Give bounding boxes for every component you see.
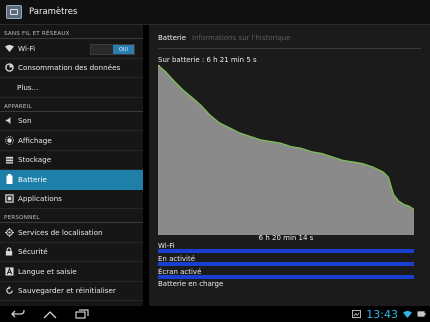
sidebar-item-wifi[interactable]: Wi-Fi OUI bbox=[0, 39, 143, 59]
sidebar-item-label: Sécurité bbox=[18, 247, 48, 257]
tab-history-details[interactable]: Informations sur l'historique bbox=[192, 34, 291, 42]
sidebar-item-label: Son bbox=[18, 116, 32, 126]
wifi-signal-bar bbox=[158, 249, 414, 253]
battery-icon bbox=[4, 174, 14, 185]
wifi-icon bbox=[4, 43, 14, 53]
section-header-device: APPAREIL bbox=[0, 98, 143, 112]
sidebar-item-label: Affichage bbox=[18, 135, 52, 145]
storage-icon bbox=[4, 155, 14, 165]
section-header-personal: PERSONNEL bbox=[0, 209, 143, 223]
tab-divider bbox=[158, 48, 421, 49]
home-button[interactable] bbox=[40, 308, 60, 320]
settings-app-icon[interactable] bbox=[6, 5, 22, 19]
app-title: Paramètres bbox=[29, 7, 78, 17]
charging-label: Batterie en charge bbox=[158, 280, 224, 288]
sidebar-item-label: Langue et saisie bbox=[18, 266, 77, 276]
on-battery-duration: Sur batterie : 6 h 21 min 5 s bbox=[158, 56, 257, 64]
lock-icon bbox=[4, 247, 14, 257]
sidebar-item-label: Consommation des données bbox=[18, 63, 121, 73]
screenshot-notification-icon bbox=[352, 310, 362, 318]
recent-apps-button[interactable] bbox=[72, 308, 92, 320]
wifi-toggle-state: OUI bbox=[113, 45, 134, 54]
clock: 13:43 bbox=[366, 307, 398, 321]
battery-tabs: Batterie Informations sur l'historique bbox=[158, 34, 291, 42]
battery-level-area bbox=[158, 65, 414, 235]
backup-icon bbox=[4, 286, 14, 296]
language-icon bbox=[4, 266, 14, 276]
battery-chart bbox=[158, 65, 414, 235]
system-bar: 13:43 bbox=[0, 306, 430, 322]
back-button[interactable] bbox=[8, 308, 28, 320]
sidebar-item-label: Sauvegarder et réinitialiser bbox=[18, 286, 116, 296]
sidebar-item-data-usage[interactable]: Consommation des données bbox=[0, 59, 143, 78]
screen-on-signal-bar bbox=[158, 275, 414, 279]
chart-x-label: 6 h 20 min 14 s bbox=[258, 234, 314, 242]
sound-icon bbox=[4, 116, 14, 126]
sidebar-item-display[interactable]: Affichage bbox=[0, 131, 143, 151]
sidebar-item-label: Stockage bbox=[18, 155, 52, 165]
sidebar-item-sound[interactable]: Son bbox=[0, 112, 143, 131]
sidebar-item-label: Applications bbox=[18, 194, 62, 204]
display-icon bbox=[4, 135, 14, 145]
sidebar-item-storage[interactable]: Stockage bbox=[0, 151, 143, 170]
awake-signal-bar bbox=[158, 262, 414, 266]
sidebar-item-location[interactable]: Services de localisation bbox=[0, 223, 143, 243]
sidebar-item-label: Wi-Fi bbox=[18, 43, 36, 53]
sidebar-item-label: Batterie bbox=[18, 174, 47, 184]
wifi-toggle[interactable]: OUI bbox=[90, 44, 135, 55]
data-usage-icon bbox=[4, 63, 14, 73]
section-header-wireless: SANS FIL ET RÉSEAUX bbox=[0, 25, 143, 39]
action-bar: Paramètres bbox=[0, 0, 430, 25]
apps-icon bbox=[4, 194, 14, 204]
battery-details-pane: Batterie Informations sur l'historique S… bbox=[149, 25, 430, 306]
battery-status-icon bbox=[417, 311, 426, 317]
sidebar-item-security[interactable]: Sécurité bbox=[0, 243, 143, 262]
sidebar-item-label: Services de localisation bbox=[18, 227, 103, 237]
sidebar-item-apps[interactable]: Applications bbox=[0, 190, 143, 209]
sidebar-item-language[interactable]: Langue et saisie bbox=[0, 262, 143, 282]
sidebar-item-label: Plus... bbox=[17, 82, 39, 92]
sidebar-item-more[interactable]: Plus... bbox=[0, 78, 143, 98]
sidebar-item-backup[interactable]: Sauvegarder et réinitialiser bbox=[0, 282, 143, 301]
settings-list: SANS FIL ET RÉSEAUX Wi-Fi OUI Consommati… bbox=[0, 25, 143, 306]
wifi-status-icon bbox=[403, 310, 412, 318]
location-icon bbox=[4, 227, 14, 237]
status-area[interactable]: 13:43 bbox=[352, 307, 426, 321]
sidebar-item-battery[interactable]: Batterie bbox=[0, 170, 143, 190]
tab-battery[interactable]: Batterie bbox=[158, 34, 186, 42]
